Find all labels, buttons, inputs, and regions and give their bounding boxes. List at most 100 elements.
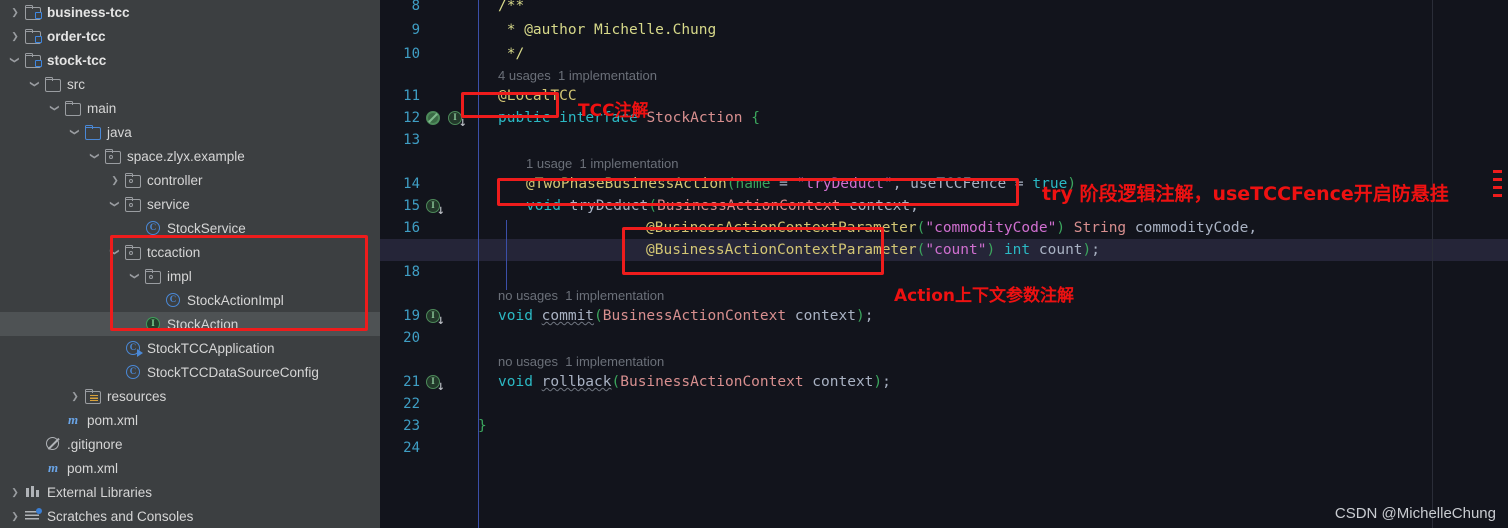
- error-stripe-marker[interactable]: [1493, 178, 1502, 181]
- tree-item-stockservice[interactable]: C StockService: [0, 216, 380, 240]
- chevron-right-icon[interactable]: ❯: [68, 389, 82, 403]
- tree-item-label: service: [147, 196, 190, 212]
- tree-item-main[interactable]: ❯ main: [0, 96, 380, 120]
- implemented-marker-icon[interactable]: I: [426, 375, 445, 393]
- tree-item-label: impl: [167, 268, 192, 284]
- tree-item-stockactionimpl[interactable]: C StockActionImpl: [0, 288, 380, 312]
- package-icon: [124, 244, 142, 260]
- line-number: 24: [403, 440, 420, 456]
- code-line-14: @TwoPhaseBusinessAction(name = "tryDeduc…: [526, 176, 1077, 192]
- tree-item-pom-xml[interactable]: m pom.xml: [0, 408, 380, 432]
- line-number: 18: [403, 264, 420, 280]
- tree-item-gitignore[interactable]: .gitignore: [0, 432, 380, 456]
- tree-item-label: src: [67, 76, 85, 92]
- tree-item-external-libraries[interactable]: ❯ External Libraries: [0, 480, 380, 504]
- class-icon: C: [144, 220, 162, 236]
- tree-item-stock-tcc[interactable]: ❯ stock-tcc: [0, 48, 380, 72]
- line-number: 8: [411, 0, 420, 14]
- line-number: 16: [403, 220, 420, 236]
- package-icon: [104, 148, 122, 164]
- line-number: 14: [403, 176, 420, 192]
- editor-code-area[interactable]: /** * @author Michelle.Chung */ 4 usages …: [380, 0, 1508, 528]
- tree-item-label: java: [107, 124, 132, 140]
- line-number: 9: [411, 22, 420, 38]
- usage-hint-class: 4 usages 1 implementation: [498, 68, 657, 83]
- maven-icon: m: [47, 460, 59, 475]
- tree-item-label: main: [87, 100, 117, 116]
- chevron-down-icon[interactable]: ❯: [108, 245, 122, 259]
- line-number: 11: [403, 88, 420, 104]
- tree-item-resources[interactable]: ❯ resources: [0, 384, 380, 408]
- chevron-down-icon[interactable]: ❯: [88, 149, 102, 163]
- chevron-down-icon[interactable]: ❯: [48, 101, 62, 115]
- project-tree-panel[interactable]: ❯ business-tcc ❯ order-tcc ❯ stock-tcc ❯ src ❯ ma…: [0, 0, 380, 528]
- scratches-icon: [24, 508, 42, 524]
- editor-gutter[interactable]: 89101112I131415I16171819I2021I222324: [380, 0, 470, 528]
- chevron-right-icon[interactable]: ❯: [8, 485, 22, 499]
- indent-guide: [506, 220, 507, 290]
- code-line-16: @BusinessActionContextParameter("commodi…: [646, 220, 1258, 236]
- tree-item-pom-xml[interactable]: m pom.xml: [0, 456, 380, 480]
- tree-item-label: StockTCCApplication: [147, 340, 275, 356]
- tree-item-stocktccdatasourceconfig[interactable]: C StockTCCDataSourceConfig: [0, 360, 380, 384]
- tree-item-stocktccapplication[interactable]: C StockTCCApplication: [0, 336, 380, 360]
- source-root-icon: [84, 124, 102, 140]
- implemented-marker-icon[interactable]: I: [426, 309, 445, 327]
- error-stripe-marker[interactable]: [1493, 194, 1502, 197]
- code-line-23: }: [478, 418, 487, 434]
- ide-window: ❯ business-tcc ❯ order-tcc ❯ stock-tcc ❯ src ❯ ma…: [0, 0, 1508, 528]
- tree-item-stockaction[interactable]: I StockAction: [0, 312, 380, 336]
- code-line-9: * @author Michelle.Chung: [498, 22, 717, 38]
- tree-item-java[interactable]: ❯ java: [0, 120, 380, 144]
- folder-icon: [64, 100, 82, 116]
- tree-item-business-tcc[interactable]: ❯ business-tcc: [0, 0, 380, 24]
- tree-item-impl[interactable]: ❯ impl: [0, 264, 380, 288]
- tree-item-service[interactable]: ❯ service: [0, 192, 380, 216]
- tree-item-label: StockActionImpl: [187, 292, 284, 308]
- chevron-right-icon[interactable]: ❯: [8, 5, 22, 19]
- code-editor[interactable]: 89101112I131415I16171819I2021I222324 /**…: [380, 0, 1508, 528]
- resources-folder-icon: [84, 388, 102, 404]
- tree-item-label: StockService: [167, 220, 246, 236]
- line-number: 21: [403, 374, 420, 390]
- tree-item-controller[interactable]: ❯ controller: [0, 168, 380, 192]
- package-icon: [124, 196, 142, 212]
- chevron-down-icon[interactable]: ❯: [8, 53, 22, 67]
- chevron-down-icon[interactable]: ❯: [28, 77, 42, 91]
- line-number: 12: [403, 110, 420, 126]
- code-line-15: void tryDeduct(BusinessActionContext con…: [526, 198, 919, 214]
- tree-item-label: business-tcc: [47, 4, 130, 20]
- chevron-right-icon[interactable]: ❯: [8, 509, 22, 523]
- error-stripe-marker[interactable]: [1493, 186, 1502, 189]
- chevron-down-icon[interactable]: ❯: [68, 125, 82, 139]
- package-icon: [144, 268, 162, 284]
- chevron-down-icon[interactable]: ❯: [108, 197, 122, 211]
- tree-item-label: pom.xml: [67, 460, 119, 476]
- tree-item-label: resources: [107, 388, 167, 404]
- tree-item-label: space.zlyx.example: [127, 148, 245, 164]
- tree-item-label: Scratches and Consoles: [47, 508, 194, 524]
- tree-item-tccaction[interactable]: ❯ tccaction: [0, 240, 380, 264]
- tree-item-label: StockTCCDataSourceConfig: [147, 364, 319, 380]
- tree-item-src[interactable]: ❯ src: [0, 72, 380, 96]
- inspection-off-icon[interactable]: [426, 111, 440, 125]
- maven-icon: m: [67, 412, 79, 427]
- implemented-marker-icon[interactable]: I: [426, 199, 445, 217]
- usage-hint-try: 1 usage 1 implementation: [526, 156, 679, 171]
- tree-item-scratches-and-consoles[interactable]: ❯ Scratches and Consoles: [0, 504, 380, 528]
- error-stripe-marker[interactable]: [1493, 170, 1502, 173]
- tree-item-space-zlyx-example[interactable]: ❯ space.zlyx.example: [0, 144, 380, 168]
- line-number: 22: [403, 396, 420, 412]
- implemented-marker-icon[interactable]: I: [448, 111, 467, 129]
- tree-item-label: tccaction: [147, 244, 201, 260]
- chevron-right-icon[interactable]: ❯: [108, 173, 122, 187]
- tree-item-order-tcc[interactable]: ❯ order-tcc: [0, 24, 380, 48]
- chevron-down-icon[interactable]: ❯: [128, 269, 142, 283]
- tree-item-label: External Libraries: [47, 484, 153, 500]
- library-icon: [24, 484, 42, 500]
- spring-app-icon: C: [124, 340, 143, 357]
- indent-guide: [478, 0, 479, 528]
- code-line-10: */: [498, 46, 525, 62]
- line-number: 15: [403, 198, 420, 214]
- chevron-right-icon[interactable]: ❯: [8, 29, 22, 43]
